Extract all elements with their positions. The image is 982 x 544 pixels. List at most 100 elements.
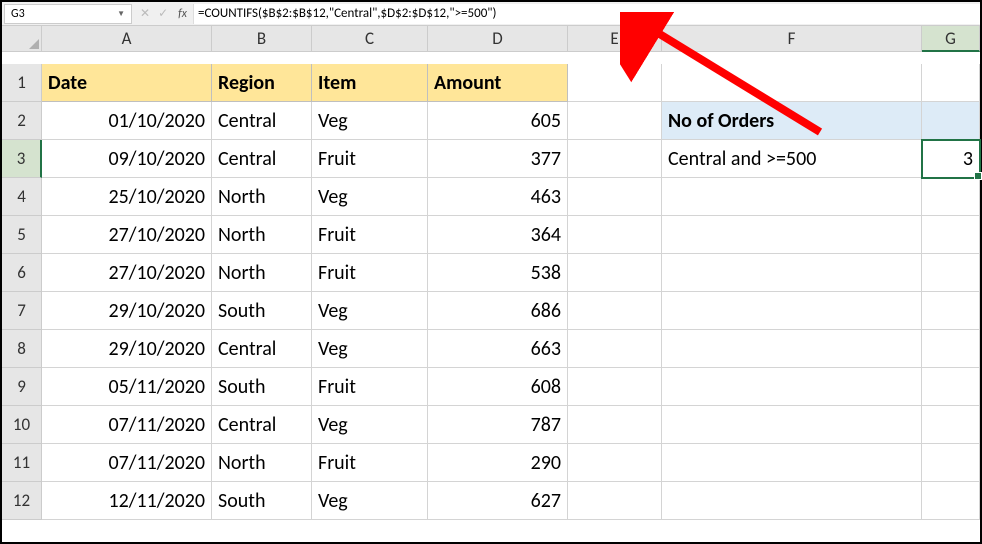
cell-F8[interactable]	[662, 330, 922, 368]
cell-F9[interactable]	[662, 368, 922, 406]
row-header-5[interactable]: 5	[2, 216, 42, 254]
row-header-2[interactable]: 2	[2, 102, 42, 140]
cell-F11[interactable]	[662, 444, 922, 482]
cell-A7[interactable]: 29/10/2020	[42, 292, 212, 330]
cell-F7[interactable]	[662, 292, 922, 330]
cell-E10[interactable]	[568, 406, 662, 444]
cell-C9[interactable]: Fruit	[312, 368, 428, 406]
cell-B10[interactable]: Central	[212, 406, 312, 444]
cell-G2[interactable]	[922, 102, 980, 140]
cell-A6[interactable]: 27/10/2020	[42, 254, 212, 292]
cell-F5[interactable]	[662, 216, 922, 254]
cell-B1[interactable]: Region	[212, 64, 312, 102]
row-header-9[interactable]: 9	[2, 368, 42, 406]
cell-G1[interactable]	[922, 64, 980, 102]
row-header-6[interactable]: 6	[2, 254, 42, 292]
cell-B9[interactable]: South	[212, 368, 312, 406]
cell-G12[interactable]	[922, 482, 980, 520]
row-header-3[interactable]: 3	[2, 140, 42, 178]
cell-E12[interactable]	[568, 482, 662, 520]
cell-D9[interactable]: 608	[428, 368, 568, 406]
cell-E8[interactable]	[568, 330, 662, 368]
cell-G8[interactable]	[922, 330, 980, 368]
cell-C10[interactable]: Veg	[312, 406, 428, 444]
cell-E2[interactable]	[568, 102, 662, 140]
cell-A12[interactable]: 12/11/2020	[42, 482, 212, 520]
cell-F2[interactable]: No of Orders	[662, 102, 922, 140]
cell-D4[interactable]: 463	[428, 178, 568, 216]
row-header-10[interactable]: 10	[2, 406, 42, 444]
cell-C7[interactable]: Veg	[312, 292, 428, 330]
cell-A3[interactable]: 09/10/2020	[42, 140, 212, 178]
cell-F12[interactable]	[662, 482, 922, 520]
cell-C12[interactable]: Veg	[312, 482, 428, 520]
name-box[interactable]: G3 ▼	[4, 4, 132, 24]
row-header-4[interactable]: 4	[2, 178, 42, 216]
cell-A10[interactable]: 07/11/2020	[42, 406, 212, 444]
cell-B4[interactable]: North	[212, 178, 312, 216]
cell-G11[interactable]	[922, 444, 980, 482]
cell-C8[interactable]: Veg	[312, 330, 428, 368]
cell-C3[interactable]: Fruit	[312, 140, 428, 178]
cell-E4[interactable]	[568, 178, 662, 216]
cell-F3[interactable]: Central and >=500	[662, 140, 922, 178]
cell-A2[interactable]: 01/10/2020	[42, 102, 212, 140]
cell-A9[interactable]: 05/11/2020	[42, 368, 212, 406]
cell-D7[interactable]: 686	[428, 292, 568, 330]
row-header-11[interactable]: 11	[2, 444, 42, 482]
cell-B5[interactable]: North	[212, 216, 312, 254]
cell-D3[interactable]: 377	[428, 140, 568, 178]
cell-A5[interactable]: 27/10/2020	[42, 216, 212, 254]
cell-E1[interactable]	[568, 64, 662, 102]
cell-A8[interactable]: 29/10/2020	[42, 330, 212, 368]
cell-G6[interactable]	[922, 254, 980, 292]
enter-icon[interactable]: ✓	[158, 6, 168, 21]
cell-F1[interactable]	[662, 64, 922, 102]
col-header-G[interactable]: G	[922, 26, 980, 52]
cell-F6[interactable]	[662, 254, 922, 292]
col-header-D[interactable]: D	[428, 26, 568, 52]
chevron-down-icon[interactable]: ▼	[117, 9, 125, 19]
cell-C5[interactable]: Fruit	[312, 216, 428, 254]
cell-G9[interactable]	[922, 368, 980, 406]
cell-C1[interactable]: Item	[312, 64, 428, 102]
col-header-E[interactable]: E	[568, 26, 662, 52]
cell-G10[interactable]	[922, 406, 980, 444]
cell-B8[interactable]: Central	[212, 330, 312, 368]
col-header-A[interactable]: A	[42, 26, 212, 52]
cell-B6[interactable]: North	[212, 254, 312, 292]
cell-E9[interactable]	[568, 368, 662, 406]
cell-A4[interactable]: 25/10/2020	[42, 178, 212, 216]
col-header-C[interactable]: C	[312, 26, 428, 52]
cell-E5[interactable]	[568, 216, 662, 254]
cell-B2[interactable]: Central	[212, 102, 312, 140]
cell-D8[interactable]: 663	[428, 330, 568, 368]
cell-C6[interactable]: Fruit	[312, 254, 428, 292]
cell-E3[interactable]	[568, 140, 662, 178]
cell-G7[interactable]	[922, 292, 980, 330]
cell-C11[interactable]: Fruit	[312, 444, 428, 482]
cell-A11[interactable]: 07/11/2020	[42, 444, 212, 482]
cell-F10[interactable]	[662, 406, 922, 444]
cell-B7[interactable]: South	[212, 292, 312, 330]
col-header-B[interactable]: B	[212, 26, 312, 52]
cell-A1[interactable]: Date	[42, 64, 212, 102]
cell-C2[interactable]: Veg	[312, 102, 428, 140]
fx-icon[interactable]: fx	[176, 7, 193, 21]
cell-D1[interactable]: Amount	[428, 64, 568, 102]
cell-G3[interactable]: 3	[922, 140, 980, 178]
cell-D2[interactable]: 605	[428, 102, 568, 140]
cell-E6[interactable]	[568, 254, 662, 292]
cell-G5[interactable]	[922, 216, 980, 254]
cell-D10[interactable]: 787	[428, 406, 568, 444]
cell-D5[interactable]: 364	[428, 216, 568, 254]
col-header-F[interactable]: F	[662, 26, 922, 52]
row-header-7[interactable]: 7	[2, 292, 42, 330]
row-header-12[interactable]: 12	[2, 482, 42, 520]
cell-G4[interactable]	[922, 178, 980, 216]
row-header-1[interactable]: 1	[2, 64, 42, 102]
cell-B3[interactable]: Central	[212, 140, 312, 178]
row-header-8[interactable]: 8	[2, 330, 42, 368]
cancel-icon[interactable]: ✕	[140, 6, 150, 21]
select-all-corner[interactable]	[2, 26, 42, 52]
